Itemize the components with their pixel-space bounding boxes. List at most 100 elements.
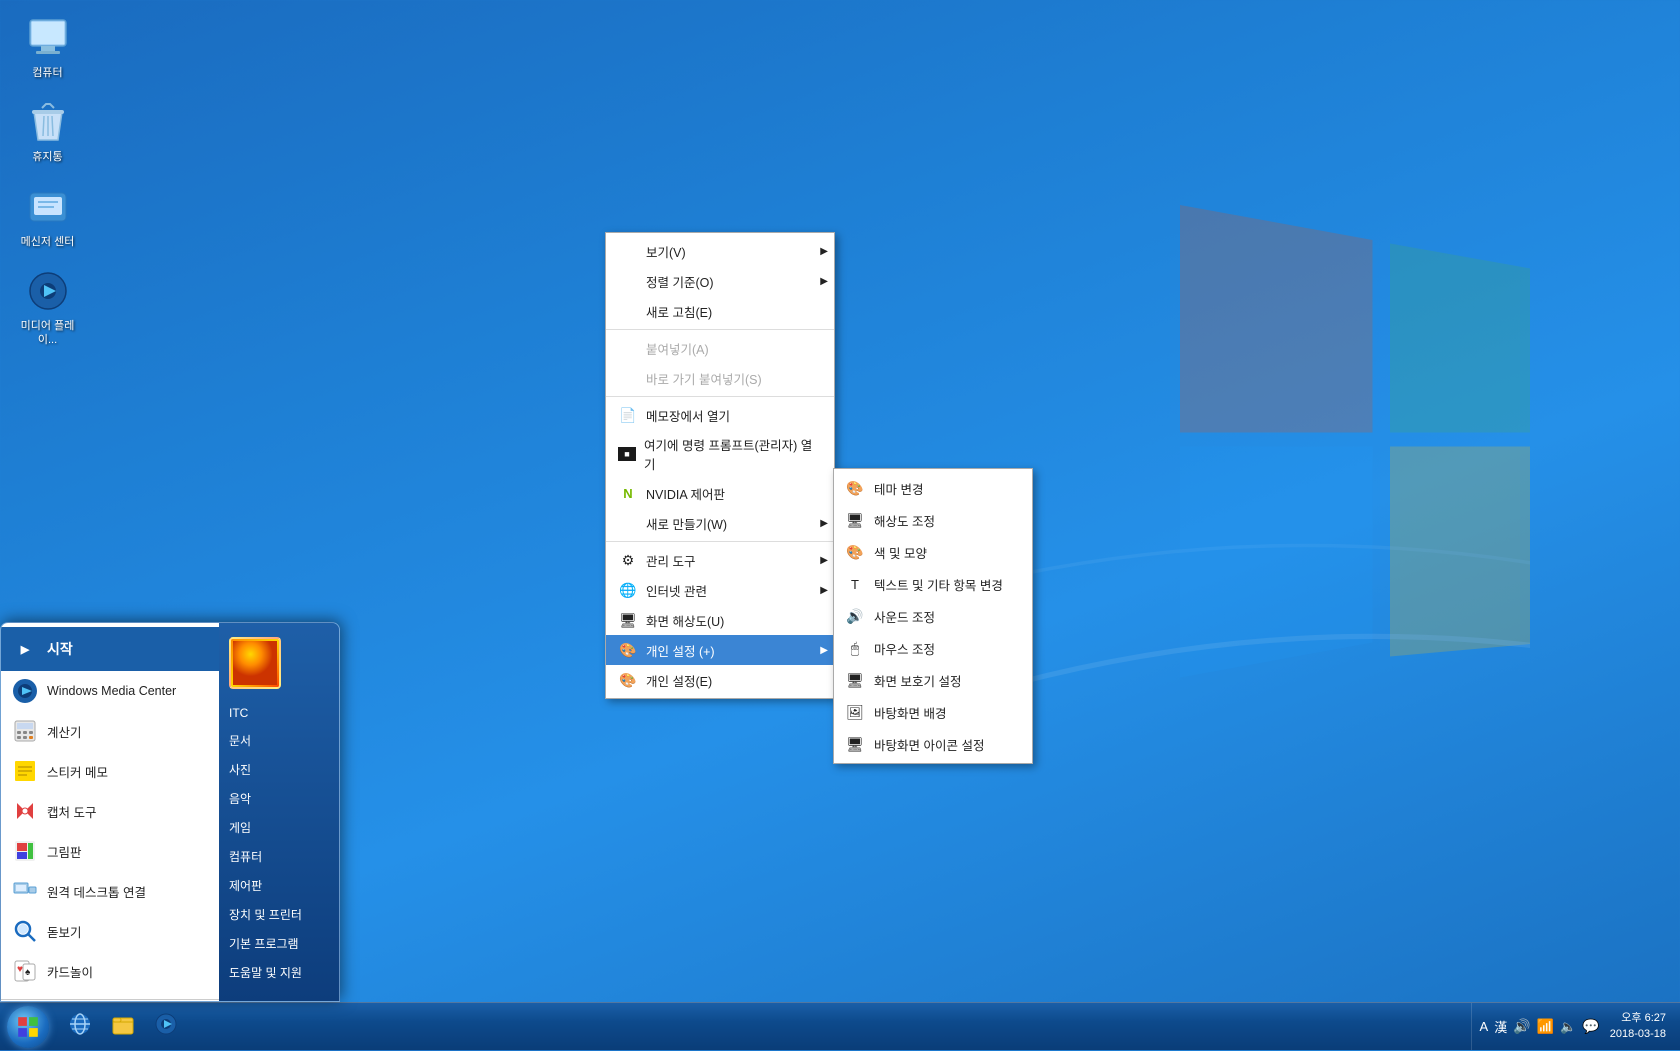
sub-wallpaper[interactable]: 🖼 바탕화면 배경 [834, 696, 1032, 728]
ctx-notepad[interactable]: 📄 메모장에서 열기 [606, 400, 834, 430]
calc-icon [11, 717, 39, 745]
desktop-icons-container: 컴퓨터 휴지통 [10, 10, 85, 351]
sub-screensaver-label: 화면 보호기 설정 [874, 671, 961, 690]
start-right-default-programs[interactable]: 기본 프로그램 [219, 930, 339, 957]
ctx-internet-icon: 🌐 [618, 580, 638, 600]
ctx-admin-icon: ⚙ [618, 550, 638, 570]
ctx-paste-shortcut: 바로 가기 붙여넣기(S) [606, 363, 834, 393]
wmp-icon [154, 1012, 178, 1042]
start-item-snipping[interactable]: 캡처 도구 [1, 791, 219, 831]
sub-text-icon: T [844, 573, 866, 595]
ctx-internet-arrow: ▶ [820, 585, 828, 596]
start-remote-label: 원격 데스크톱 연결 [47, 882, 146, 901]
start-item-sticky[interactable]: 스티커 메모 [1, 751, 219, 791]
volume-icon[interactable]: 🔊 [1513, 1018, 1530, 1035]
start-right-itc[interactable]: ITC [219, 701, 339, 725]
user-avatar[interactable] [229, 637, 281, 689]
ctx-nvidia[interactable]: N NVIDIA 제어판 [606, 478, 834, 508]
media-icon-label: 미디어 플레이... [14, 319, 81, 348]
start-right-control[interactable]: 제어판 [219, 872, 339, 899]
sub-screensaver-icon: 🖥 [844, 669, 866, 691]
taskbar-item-ie[interactable] [60, 1009, 100, 1045]
media-icon-img [24, 267, 72, 315]
ctx-admin[interactable]: ⚙ 관리 도구 ▶ [606, 545, 834, 575]
desktop-icon-media[interactable]: 미디어 플레이... [10, 263, 85, 352]
start-right-photos[interactable]: 사진 [219, 756, 339, 783]
ctx-personal-plus-arrow: ▶ [820, 645, 828, 656]
ctx-personal-icon: 🎨 [618, 670, 638, 690]
sub-mouse[interactable]: 🖱 마우스 조정 [834, 632, 1032, 664]
start-button[interactable] [0, 1003, 56, 1051]
start-arrow-icon: ▶ [11, 635, 39, 663]
ctx-internet[interactable]: 🌐 인터넷 관련 ▶ [606, 575, 834, 605]
taskbar: A 漢 🔊 📶 🔈 💬 오후 6:27 2018-03-18 [0, 1002, 1680, 1050]
sub-text[interactable]: T 텍스트 및 기타 항목 변경 [834, 568, 1032, 600]
start-item-calc[interactable]: 계산기 [1, 711, 219, 751]
ctx-resolution[interactable]: 🖥 화면 해상도(U) [606, 605, 834, 635]
ctx-sort[interactable]: 정렬 기준(O) ▶ [606, 266, 834, 296]
sub-theme-icon: 🎨 [844, 477, 866, 499]
sub-theme-label: 테마 변경 [874, 479, 923, 498]
start-all-programs[interactable]: ▶ 모든 프로그램 [1, 999, 219, 1002]
start-right-help[interactable]: 도움말 및 지원 [219, 959, 339, 986]
ime-korean-icon[interactable]: 漢 [1494, 1017, 1507, 1036]
ctx-nvidia-icon: N [618, 483, 638, 503]
sub-screensaver[interactable]: 🖥 화면 보호기 설정 [834, 664, 1032, 696]
ctx-paste-shortcut-label: 바로 가기 붙여넣기(S) [646, 369, 762, 388]
start-orb[interactable] [7, 1006, 49, 1048]
start-magnifier-label: 돋보기 [47, 922, 82, 941]
sub-desktop-icons-icon: 🖥 [844, 733, 866, 755]
taskbar-item-explorer[interactable] [103, 1009, 143, 1045]
start-item-solitaire[interactable]: ♥ ♠ 카드놀이 [1, 951, 219, 991]
action-center-icon[interactable]: 💬 [1582, 1018, 1599, 1035]
ctx-sep3 [606, 541, 834, 542]
desktop-icon-computer[interactable]: 컴퓨터 [10, 10, 85, 84]
network-icon[interactable]: 📶 [1537, 1018, 1554, 1035]
snipping-icon [11, 797, 39, 825]
start-right-devices[interactable]: 장치 및 프린터 [219, 901, 339, 928]
ctx-internet-label: 인터넷 관련 [646, 581, 707, 600]
ctx-refresh[interactable]: 새로 고침(E) [606, 296, 834, 326]
start-wmc-label: Windows Media Center [47, 684, 176, 698]
ctx-notepad-label: 메모장에서 열기 [646, 406, 730, 425]
sub-color[interactable]: 🎨 색 및 모양 [834, 536, 1032, 568]
start-right-games[interactable]: 게임 [219, 814, 339, 841]
sub-theme[interactable]: 🎨 테마 변경 [834, 472, 1032, 504]
taskbar-item-wmp[interactable] [146, 1009, 186, 1045]
start-item-magnifier[interactable]: 돋보기 [1, 911, 219, 951]
desktop-icon-recycle[interactable]: 휴지통 [10, 94, 85, 168]
ctx-new-icon [618, 513, 638, 533]
start-solitaire-label: 카드놀이 [47, 962, 93, 981]
start-right-music[interactable]: 음악 [219, 785, 339, 812]
desktop-icon-messenger[interactable]: 메신저 센터 [10, 179, 85, 253]
sub-color-label: 색 및 모양 [874, 543, 927, 562]
ctx-personal[interactable]: 🎨 개인 설정(E) [606, 665, 834, 695]
messenger-icon-img [24, 183, 72, 231]
start-item-start[interactable]: ▶ 시작 [1, 627, 219, 671]
personal-submenu: 🎨 테마 변경 🖥 해상도 조정 🎨 색 및 모양 T 텍스트 및 기타 항목 … [833, 468, 1033, 764]
ctx-cmd[interactable]: ■ 여기에 명령 프롬프트(관리자) 열기 [606, 430, 834, 478]
start-right-computer[interactable]: 컴퓨터 [219, 843, 339, 870]
start-item-remote[interactable]: 원격 데스크톱 연결 [1, 871, 219, 911]
ctx-view[interactable]: 보기(V) ▶ [606, 236, 834, 266]
ime-icon[interactable]: A [1480, 1019, 1489, 1034]
ctx-new[interactable]: 새로 만들기(W) ▶ [606, 508, 834, 538]
messenger-icon-label: 메신저 센터 [21, 235, 75, 249]
start-calc-label: 계산기 [47, 722, 82, 741]
context-menu: 보기(V) ▶ 정렬 기준(O) ▶ 새로 고침(E) 붙여넣기(A) 바로 가… [605, 232, 835, 699]
desktop: 컴퓨터 휴지통 [0, 0, 1680, 1050]
ctx-personal-plus[interactable]: 🎨 개인 설정 (+) ▶ [606, 635, 834, 665]
start-item-wmc[interactable]: Windows Media Center [1, 671, 219, 711]
sub-sound[interactable]: 🔊 사운드 조정 [834, 600, 1032, 632]
computer-icon-label: 컴퓨터 [32, 66, 62, 80]
ctx-refresh-icon [618, 301, 638, 321]
start-item-paint[interactable]: 그림판 [1, 831, 219, 871]
ctx-new-arrow: ▶ [820, 518, 828, 529]
sub-resolution[interactable]: 🖥 해상도 조정 [834, 504, 1032, 536]
sub-desktop-icons[interactable]: 🖥 바탕화면 아이콘 설정 [834, 728, 1032, 760]
sub-sound-icon: 🔊 [844, 605, 866, 627]
ctx-cmd-label: 여기에 명령 프롬프트(관리자) 열기 [644, 435, 814, 473]
start-right-docs[interactable]: 문서 [219, 727, 339, 754]
taskbar-clock[interactable]: 오후 6:27 2018-03-18 [1604, 1011, 1672, 1042]
audio-icon[interactable]: 🔈 [1560, 1019, 1576, 1035]
